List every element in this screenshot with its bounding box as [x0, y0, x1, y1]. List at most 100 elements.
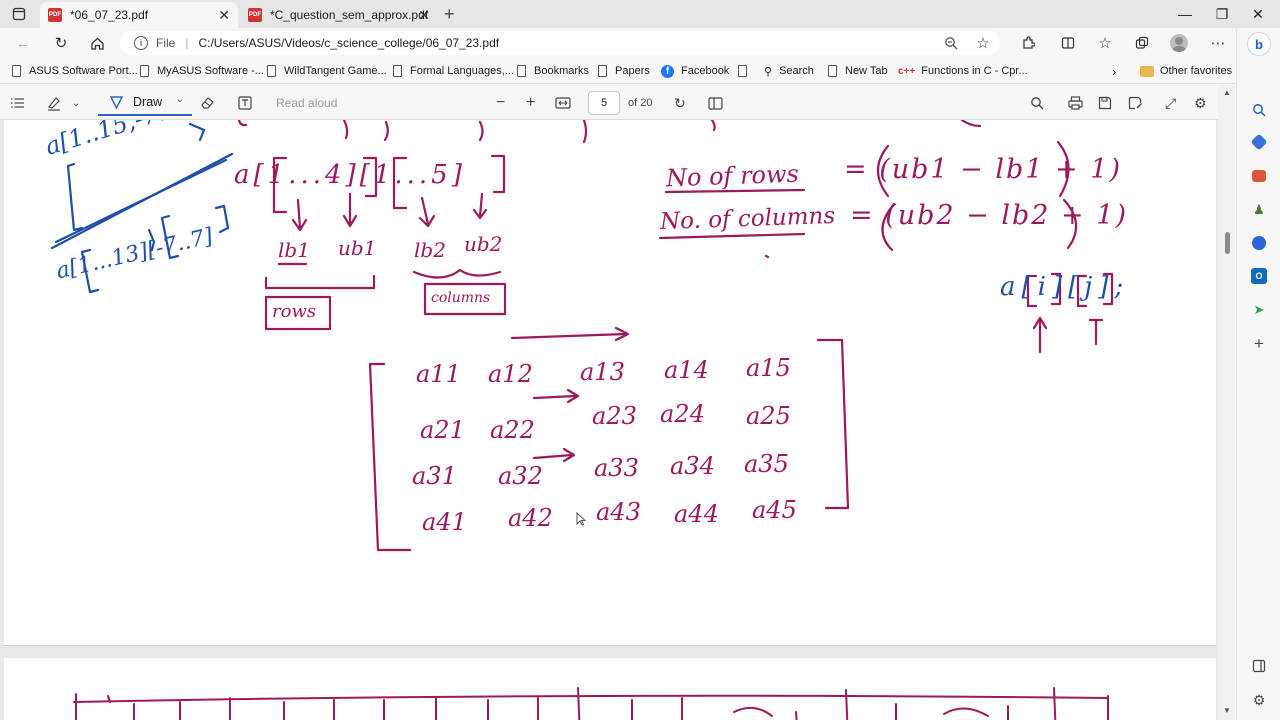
eraser-icon[interactable] [200, 93, 215, 113]
draw-button[interactable]: Draw ⌄ [98, 90, 192, 116]
columns-box-label: columns [431, 290, 491, 306]
extensions-icon[interactable] [1017, 33, 1039, 53]
page-icon [267, 65, 276, 77]
tab-actions-icon[interactable] [12, 4, 26, 24]
bookmark-wildtangent[interactable]: WildTangent Game... [267, 63, 387, 79]
page-icon [12, 65, 21, 77]
save-icon[interactable] [1098, 93, 1112, 113]
refresh-icon[interactable]: ↻ [50, 33, 72, 53]
collections-icon[interactable] [1131, 33, 1153, 53]
page-icon [828, 65, 837, 77]
back-icon[interactable]: ← [12, 33, 34, 53]
contents-icon[interactable] [10, 93, 25, 113]
bookmark-asus-software[interactable]: ASUS Software Port... [12, 63, 138, 79]
add-sidebar-app-icon[interactable]: + [1251, 334, 1267, 353]
sidebar-toggle-icon[interactable] [1251, 658, 1267, 674]
zoom-in-icon[interactable]: + [526, 93, 535, 113]
fit-page-icon[interactable] [555, 93, 571, 113]
tools-briefcase-icon[interactable] [1252, 170, 1266, 182]
edge-sidebar: b ♟ O ➤ + ⚙ [1236, 28, 1280, 720]
search-icon[interactable] [1251, 102, 1267, 118]
scroll-up-icon[interactable]: ▲ [1223, 88, 1231, 97]
favorite-star-icon[interactable]: ☆ [972, 33, 994, 53]
page-view-icon[interactable] [708, 93, 723, 113]
fullscreen-icon[interactable]: ⤢ [1165, 93, 1176, 113]
matrix-entry: a44 [674, 500, 719, 528]
tab-c-question[interactable]: PDF *C_question_sem_approx.pdf ✕ [240, 2, 438, 28]
zoom-icon[interactable] [940, 33, 962, 53]
close-tab-icon[interactable]: ✕ [218, 7, 230, 24]
minimize-icon[interactable]: — [1165, 0, 1205, 28]
home-icon[interactable] [86, 33, 108, 53]
bookmarks-bar: ASUS Software Port... MyASUS Software -.… [0, 58, 1280, 84]
rows-formula: = (ub1 − lb1 + 1) [844, 154, 1122, 185]
matrix-entry: a24 [660, 400, 705, 428]
url-text[interactable]: C:/Users/ASUS/Videos/c_science_college/0… [198, 36, 499, 50]
chevron-right-icon[interactable]: › [1112, 63, 1116, 79]
matrix-entry: a33 [594, 454, 639, 482]
scrollbar-thumb[interactable] [1225, 232, 1230, 254]
outlook-icon[interactable]: O [1251, 268, 1267, 284]
copilot-icon[interactable]: b [1247, 32, 1271, 56]
handwritten-table-sketch [73, 687, 1109, 720]
matrix-entry: a13 [580, 358, 625, 386]
chevron-down-icon[interactable]: ⌄ [72, 93, 80, 113]
favorites-icon[interactable]: ☆ [1094, 33, 1116, 53]
games-icon[interactable]: ♟ [1251, 202, 1267, 218]
pdf-page-5: a[1..15,-7..7] a[1...13][-7..7] a[1...4]… [4, 120, 1216, 646]
file-label: File [156, 36, 176, 50]
cols-formula: = (ub2 − lb2 + 1) [850, 200, 1128, 231]
bookmark-facebook[interactable]: f Facebook [661, 63, 729, 79]
bookmark-bookmarks[interactable]: Bookmarks [517, 63, 589, 79]
matrix-entry: a42 [508, 504, 553, 532]
bookmark-search[interactable]: ⚲ Search [764, 63, 814, 79]
read-aloud-button[interactable]: Read aloud [276, 93, 337, 113]
page-icon [738, 65, 747, 77]
profile-avatar[interactable] [1168, 33, 1190, 53]
more-menu-icon[interactable]: ⋯ [1207, 33, 1229, 53]
note-ub1: ub1 [338, 236, 377, 260]
chevron-down-icon[interactable]: ⌄ [176, 94, 184, 105]
matrix-entry: a34 [670, 452, 715, 480]
bookmark-blank[interactable] [738, 63, 755, 79]
drop-icon[interactable]: ➤ [1251, 302, 1267, 318]
close-window-icon[interactable]: ✕ [1238, 0, 1278, 28]
bookmark-functions-in-c[interactable]: c++ Functions in C - Cpr... [898, 63, 1028, 79]
tab-06-07-23[interactable]: PDF *06_07_23.pdf ✕ [40, 2, 238, 28]
pdf-viewer[interactable]: a[1..15,-7..7] a[1...13][-7..7] a[1...4]… [0, 120, 1218, 720]
scroll-down-icon[interactable]: ▼ [1223, 706, 1231, 715]
rotate-icon[interactable]: ↻ [674, 93, 686, 113]
address-bar[interactable]: i File | C:/Users/ASUS/Videos/c_science_… [120, 31, 1000, 55]
vertical-scrollbar[interactable]: ▲ ▼ [1218, 86, 1236, 720]
cpp-icon: c++ [898, 65, 916, 77]
settings-gear-icon[interactable]: ⚙ [1194, 93, 1207, 113]
bookmark-formal-languages[interactable]: Formal Languages,... [393, 63, 514, 79]
new-tab-icon[interactable]: + [444, 4, 455, 24]
page-number-input[interactable]: 5 [588, 91, 620, 115]
microsoft-365-icon[interactable] [1252, 236, 1266, 250]
bookmark-myasus[interactable]: MyASUS Software -... [140, 63, 264, 79]
print-icon[interactable] [1068, 93, 1083, 113]
other-favorites[interactable]: Other favorites [1140, 63, 1232, 79]
split-screen-icon[interactable] [1057, 33, 1079, 53]
save-as-icon[interactable] [1128, 93, 1143, 113]
zoom-out-icon[interactable]: − [496, 93, 505, 113]
search-icon[interactable] [1030, 93, 1044, 113]
tab-bar: PDF *06_07_23.pdf ✕ PDF *C_question_sem_… [0, 0, 1280, 28]
shopping-tag-icon[interactable] [1250, 133, 1268, 151]
text-box-icon[interactable] [238, 93, 252, 113]
pdf-file-icon: PDF [248, 8, 262, 22]
rows-label: No of rows [665, 159, 800, 193]
maximize-icon[interactable]: ❐ [1202, 0, 1242, 28]
bookmark-papers[interactable]: Papers [598, 63, 650, 79]
facebook-icon: f [661, 64, 674, 78]
sidebar-settings-gear-icon[interactable]: ⚙ [1251, 692, 1267, 708]
page-icon [140, 65, 149, 77]
bookmark-new-tab[interactable]: New Tab [828, 63, 888, 79]
highlight-icon[interactable] [46, 93, 62, 113]
rows-box-label: rows [272, 301, 317, 322]
matrix-entry: a14 [664, 356, 709, 384]
close-tab-icon[interactable]: ✕ [418, 7, 430, 24]
tab-title: *C_question_sem_approx.pdf [270, 8, 429, 22]
info-icon[interactable]: i [134, 36, 148, 50]
